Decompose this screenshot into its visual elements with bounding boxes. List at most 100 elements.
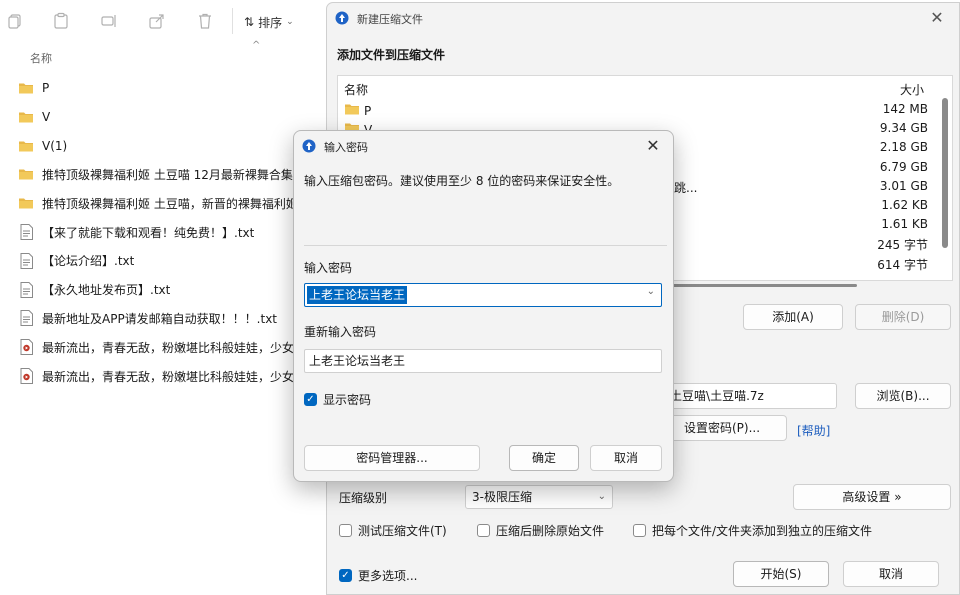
item-label: 推特顶级裸舞福利姬 土豆喵 12月最新裸舞合集 <box>42 167 293 182</box>
toolbar-divider <box>232 8 233 34</box>
password-value: 上老王论坛当老王 <box>307 286 408 304</box>
start-button[interactable]: 开始(S) <box>733 561 829 587</box>
sort-icon: ⇅ <box>244 15 255 29</box>
folder-icon <box>18 138 34 154</box>
ok-button[interactable]: 确定 <box>509 445 579 471</box>
level-value: 3-极限压缩 <box>472 490 532 504</box>
item-label: 最新流出，青春无敌，粉嫩堪比科般娃娃，少女 <box>42 340 295 355</box>
column-header-name[interactable]: 名称 <box>30 50 52 66</box>
item-label: V <box>42 109 51 124</box>
folder-item[interactable]: 推特顶级裸舞福利姬 土豆喵 12月最新裸舞合集 <box>18 160 308 188</box>
row-size: 614 字节 <box>877 257 928 272</box>
file-item[interactable]: 【永久地址发布页】.txt <box>18 276 308 304</box>
explorer-toolbar: ⇅ 排序 ⌄ <box>0 0 330 42</box>
checkbox-checked-icon[interactable]: ✓ <box>304 393 317 406</box>
dialog-description: 输入压缩包密码。建议使用至少 8 位的密码来保证安全性。 <box>304 174 620 188</box>
horizontal-scrollbar[interactable] <box>657 284 857 287</box>
paste-icon[interactable] <box>52 12 70 30</box>
confirm-password-label: 重新输入密码 <box>304 325 377 339</box>
test-archive-checkbox[interactable]: 测试压缩文件(T) <box>339 522 447 539</box>
chevron-down-icon[interactable]: ⌄ <box>647 286 655 297</box>
checkbox-label: 测试压缩文件(T) <box>358 524 447 538</box>
delete-icon[interactable] <box>196 12 214 30</box>
checkbox-label: 更多选项... <box>358 569 418 583</box>
row-name: P <box>344 102 371 119</box>
confirm-password-input[interactable]: 上老王论坛当老王 <box>304 349 662 373</box>
checkbox-box[interactable] <box>339 524 352 537</box>
cancel-button[interactable]: 取消 <box>590 445 662 471</box>
advanced-settings-button[interactable]: 高级设置 » <box>793 484 951 510</box>
row-size: 245 字节 <box>877 238 928 253</box>
password-input[interactable]: 上老王论坛当老王 ⌄ <box>304 283 662 307</box>
level-label: 压缩级别 <box>339 491 388 505</box>
password-dialog: 输入密码 ✕ 输入压缩包密码。建议使用至少 8 位的密码来保证安全性。 输入密码… <box>293 130 674 482</box>
checkbox-checked-icon[interactable]: ✓ <box>339 569 352 582</box>
separate-archives-checkbox[interactable]: 把每个文件/文件夹添加到独立的压缩文件 <box>633 522 872 539</box>
delete-button[interactable]: 删除(D) <box>855 304 951 330</box>
browse-button[interactable]: 浏览(B)... <box>855 383 951 409</box>
set-password-button[interactable]: 设置密码(P)... <box>657 415 787 441</box>
video-file-icon <box>18 368 34 384</box>
rename-icon[interactable] <box>100 12 118 30</box>
column-header-name[interactable]: 名称 <box>344 81 368 98</box>
folder-item[interactable]: 推特顶级裸舞福利姬 土豆喵，新晋的裸舞福利姬 <box>18 189 308 217</box>
file-item[interactable]: 最新流出，青春无敌，粉嫩堪比科般娃娃，少女 <box>18 362 308 390</box>
item-label: V(1) <box>42 138 68 153</box>
dialog-title: 输入密码 <box>324 141 368 154</box>
item-label: P <box>42 81 50 95</box>
file-explorer: ⇅ 排序 ⌄ ^ 名称 P V V(1) 推特顶级裸舞福利姬 土豆喵 12月最新裸舞合… <box>0 0 330 595</box>
password-manager-button[interactable]: 密码管理器... <box>304 445 480 471</box>
copy-icon[interactable] <box>6 12 24 30</box>
share-icon[interactable] <box>148 12 166 30</box>
item-label: 【论坛介绍】.txt <box>42 254 135 269</box>
level-select[interactable]: 3-极限压缩 ⌄ <box>465 485 613 509</box>
chevron-down-icon: ⌄ <box>597 491 606 502</box>
sort-caret-icon: ^ <box>252 40 261 51</box>
checkbox-box[interactable] <box>477 524 490 537</box>
item-label: 【来了就能下载和观看！纯免费！】.txt <box>42 225 255 240</box>
folder-icon <box>18 80 34 96</box>
list-row[interactable]: P 142 MB <box>338 100 938 120</box>
close-icon[interactable]: ✕ <box>925 7 949 29</box>
item-label: 最新地址及APP请发邮箱自动获取！！！.txt <box>42 311 278 326</box>
text-file-icon <box>18 281 34 298</box>
folder-item[interactable]: P <box>18 74 308 102</box>
row-size: 6.79 GB <box>879 159 928 174</box>
row-name-text: P <box>364 103 372 118</box>
sort-label: 排序 <box>258 15 283 30</box>
file-item[interactable]: 最新流出，青春无敌，粉嫩堪比科般娃娃，少女 <box>18 333 308 361</box>
close-icon[interactable]: ✕ <box>641 135 665 157</box>
folder-icon <box>344 102 360 119</box>
delete-after-checkbox[interactable]: 压缩后删除原始文件 <box>477 522 604 539</box>
item-label: 推特顶级裸舞福利姬 土豆喵，新晋的裸舞福利姬 <box>42 196 298 211</box>
add-button[interactable]: 添加(A) <box>743 304 843 330</box>
checkbox-label: 显示密码 <box>323 393 372 407</box>
folder-item[interactable]: V <box>18 103 308 131</box>
checkbox-box[interactable] <box>633 524 646 537</box>
app-icon <box>302 139 316 153</box>
folder-icon <box>18 166 34 182</box>
archive-path-field[interactable]: \土豆喵\土豆喵.7z <box>657 383 837 409</box>
text-file-icon <box>18 224 34 240</box>
folder-icon <box>18 109 34 125</box>
folder-item[interactable]: V(1) <box>18 132 308 160</box>
more-options-checkbox[interactable]: ✓ 更多选项... <box>339 567 417 584</box>
window-title: 新建压缩文件 <box>357 13 423 26</box>
item-label: 最新流出，青春无敌，粉嫩堪比科般娃娃，少女 <box>42 369 295 384</box>
text-file-icon <box>18 310 34 327</box>
file-item[interactable]: 最新地址及APP请发邮箱自动获取！！！.txt <box>18 304 308 332</box>
show-password-checkbox[interactable]: ✓ 显示密码 <box>304 391 371 408</box>
vertical-scrollbar[interactable] <box>942 98 948 248</box>
app-icon <box>335 11 349 25</box>
file-item[interactable]: 【论坛介绍】.txt <box>18 247 308 275</box>
row-size: 9.34 GB <box>879 121 928 136</box>
video-file-icon <box>18 339 34 356</box>
row-size: 3.01 GB <box>879 178 928 193</box>
column-header-size[interactable]: 大小 <box>900 81 924 98</box>
sort-button[interactable]: ⇅ 排序 ⌄ <box>244 11 294 33</box>
help-link[interactable]: [帮助] <box>797 422 830 439</box>
row-name-text: 跳... <box>674 180 698 195</box>
cancel-button[interactable]: 取消 <box>843 561 939 587</box>
row-size: 1.62 KB <box>881 198 928 212</box>
file-item[interactable]: 【来了就能下载和观看！纯免费！】.txt <box>18 218 308 246</box>
